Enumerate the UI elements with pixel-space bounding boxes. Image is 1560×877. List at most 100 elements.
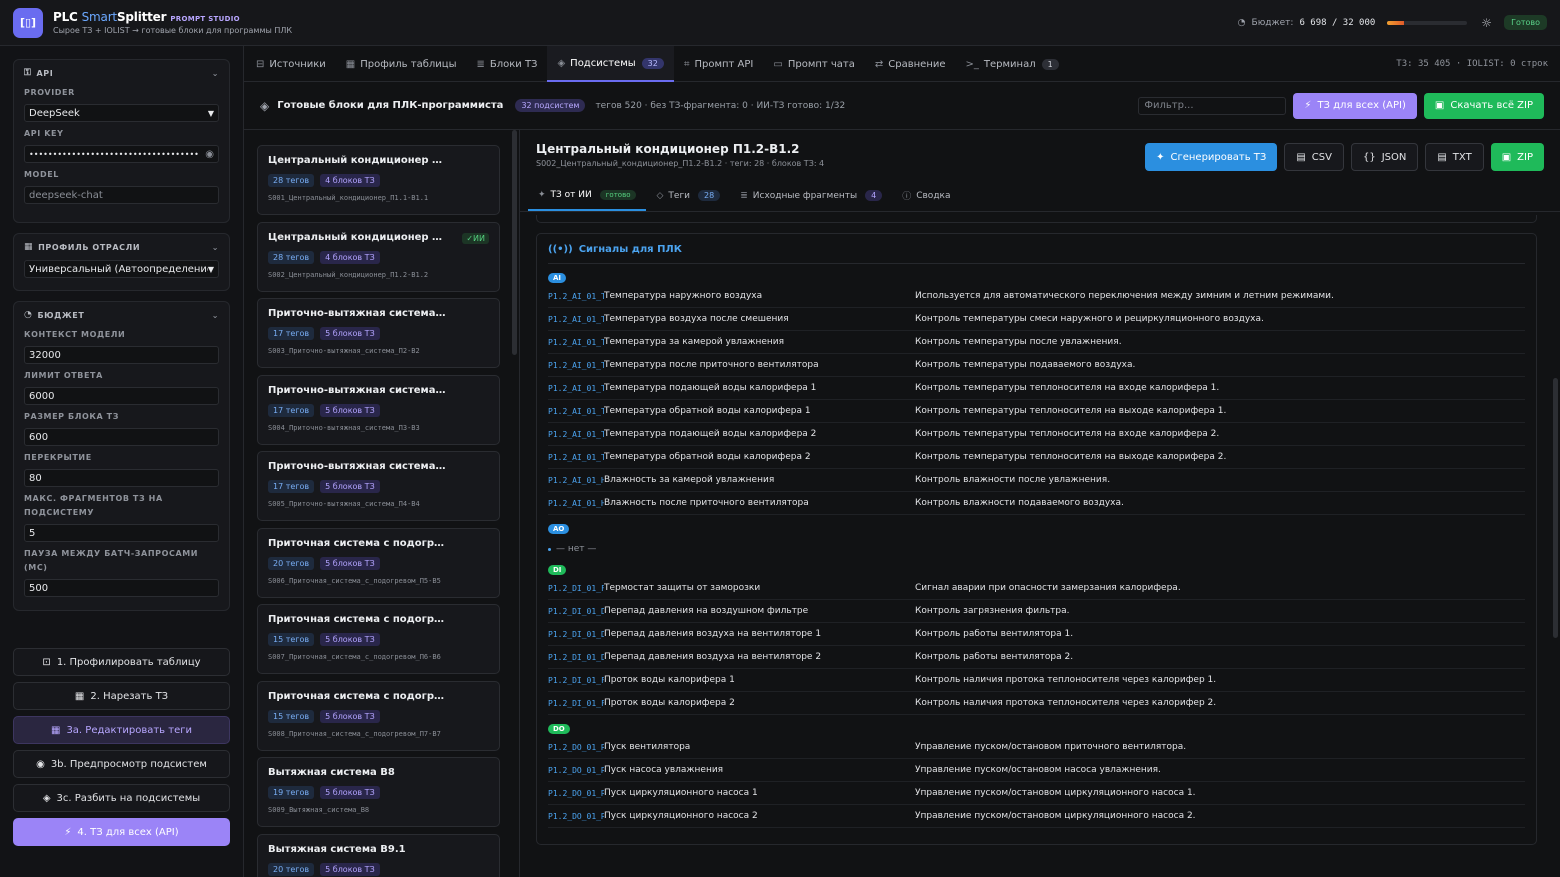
subsystem-card[interactable]: Центральный кондиционер П1.1-В1.1 28 тего…: [257, 145, 500, 215]
filter-input[interactable]: Фильтр...: [1138, 96, 1287, 115]
tags-count-chip: 19 тегов: [268, 786, 315, 799]
subsystem-title: Вытяжная система В8: [268, 767, 395, 778]
budget-progress-bar: [1387, 20, 1468, 25]
list-scrollbar[interactable]: [512, 130, 517, 355]
sparkle-icon: ✦: [1156, 151, 1165, 163]
subsystem-card[interactable]: Приточно-вытяжная система П2-В2 17 тегов 5…: [257, 298, 500, 368]
budget-field-input[interactable]: 80: [24, 469, 219, 487]
api-panel-header[interactable]: ⚿ API ⌄: [24, 68, 219, 78]
blocks-count-chip: 5 блоков ТЗ: [320, 556, 380, 570]
tz-all-api-button[interactable]: ⚡ ТЗ для всех (API): [1293, 92, 1417, 119]
detail-tab-3[interactable]: ≣ Исходные фрагменты 4: [730, 180, 892, 211]
tab-2[interactable]: ▦ Профиль таблицы: [336, 46, 467, 82]
provider-select[interactable]: DeepSeek ▼: [24, 104, 219, 122]
action-button-1[interactable]: ⊡ 1. Профилировать таблицу: [13, 648, 230, 676]
budget-field-input[interactable]: 500: [24, 579, 219, 597]
tab-3[interactable]: ≣ Блоки ТЗ: [466, 46, 547, 82]
action-button-5[interactable]: ◈ 3c. Разбить на подсистемы: [13, 784, 230, 812]
eye-icon[interactable]: ◉: [205, 149, 214, 160]
detail-tab-badge: готово: [599, 189, 637, 200]
download-all-zip-button[interactable]: ▣ Скачать всё ZIP: [1423, 92, 1544, 119]
detail-tab-2[interactable]: ◇ Теги 28: [646, 180, 730, 211]
budget-field-input[interactable]: 6000: [24, 387, 219, 405]
theme-toggle-sun-icon[interactable]: ☼: [1481, 16, 1492, 30]
budget-panel-title: БЮДЖЕТ: [37, 310, 85, 320]
tab-1[interactable]: ⊟ Источники: [246, 46, 336, 82]
detail-subtitle: S002_Центральный_кондиционер_П1.2-В1.2 ·…: [536, 159, 825, 168]
signal-row: P1.2_AI_01_TempТемпература подающей воды…: [548, 423, 1525, 446]
signal-group: AIP1.2_AI_01_TempТемпература наружного в…: [548, 272, 1525, 515]
tab-5[interactable]: ⌗ Промпт API: [674, 46, 764, 82]
detail-tab-4[interactable]: ⓘ Сводка: [892, 180, 960, 211]
doc-icon: ≣: [740, 190, 748, 201]
subsystem-card[interactable]: Приточная система с подогревом П7-В7 15 т…: [257, 680, 500, 751]
generate-tz-button[interactable]: ✦ Сгенерировать ТЗ: [1145, 143, 1278, 171]
txt-button[interactable]: ▤ TXT: [1425, 143, 1484, 171]
profile-select[interactable]: Универсальный (Автоопределение) ▼: [24, 260, 219, 278]
signal-row: P1.2_AI_01_TempТемпература подающей воды…: [548, 377, 1525, 400]
budget-field-input[interactable]: 600: [24, 428, 219, 446]
tab-8[interactable]: >_ Терминал 1: [956, 46, 1069, 82]
budget-field-input[interactable]: 5: [24, 524, 219, 542]
tab-label: Сравнение: [888, 58, 946, 70]
profile-panel-header[interactable]: ▦ ПРОФИЛЬ ОТРАСЛИ ⌄: [24, 242, 219, 252]
action-button-6[interactable]: ⚡ 4. ТЗ для всех (API): [13, 818, 230, 846]
chevron-down-icon[interactable]: ⌄: [212, 311, 219, 320]
brand-suffix: PROMPT STUDIO: [170, 15, 240, 23]
subsystem-card[interactable]: Приточная система с подогревом П6-В6 15 т…: [257, 604, 500, 674]
signal-name: Температура обратной воды калорифера 2: [604, 452, 811, 462]
api-key-value: ••••••••••••••••••••••••••••••••••••: [29, 149, 199, 159]
signal-row: P1.2_AI_01_TempТемпература воздуха после…: [548, 308, 1525, 331]
tab-label: Профиль таблицы: [360, 58, 457, 70]
signal-description: Контроль работы вентилятора 2.: [915, 652, 1074, 662]
signal-name: Температура подающей воды калорифера 1: [604, 383, 817, 393]
subsystem-chips: 19 тегов 5 блоков ТЗ: [268, 786, 489, 799]
json-button[interactable]: {} JSON: [1350, 143, 1419, 171]
model-input[interactable]: deepseek-chat: [24, 186, 219, 204]
tags-count-chip: 20 тегов: [268, 862, 315, 876]
api-key-input[interactable]: •••••••••••••••••••••••••••••••••••• ◉: [24, 145, 219, 163]
provider-value: DeepSeek: [29, 107, 80, 119]
detail-scrollbar[interactable]: [1553, 378, 1558, 638]
budget-indicator: ◔ Бюджет: 6 698 / 32 000: [1238, 18, 1468, 28]
chevron-down-icon[interactable]: ⌄: [212, 243, 219, 252]
signal-group: DI P1.2_DI_01_FrzТермостат защиты от замо…: [548, 564, 1525, 715]
signal-description: Сигнал аварии при опасности замерзания к…: [915, 583, 1181, 593]
signal-name: Температура за камерой увлажнения: [604, 337, 785, 347]
profile-value: Универсальный (Автоопределение): [29, 263, 208, 275]
budget-panel-header[interactable]: ◔ БЮДЖЕТ ⌄: [24, 310, 219, 320]
chevron-down-icon[interactable]: ⌄: [212, 69, 219, 78]
brand-splitter: Splitter: [116, 10, 167, 24]
detail-tab-1[interactable]: ✦ ТЗ от ИИ готово: [528, 180, 647, 211]
tags-count-chip: 20 тегов: [268, 556, 315, 570]
tab-6[interactable]: ▭ Промпт чата: [763, 46, 865, 82]
subsystem-card[interactable]: Вытяжная система В8 19 тегов 5 блоков ТЗ S0…: [257, 757, 500, 827]
subsystem-card[interactable]: Приточно-вытяжная система П4-В4 17 тегов 5…: [257, 451, 500, 521]
action-button-4[interactable]: ◉ 3b. Предпросмотр подсистем: [13, 750, 230, 778]
detail-tab-label: ТЗ от ИИ: [550, 189, 592, 200]
signal-id: P1.2_AI_01_Temp: [548, 337, 604, 347]
signal-description: Контроль наличия протока теплоносителя ч…: [915, 675, 1217, 685]
action-button-2[interactable]: ▦ 2. Нарезать ТЗ: [13, 682, 230, 710]
action-button-3[interactable]: ▦ 3a. Редактировать теги: [13, 716, 230, 744]
tab-4[interactable]: ◈ Подсистемы 32: [547, 46, 674, 82]
folder-icon: ⊟: [256, 58, 265, 70]
subsystem-card[interactable]: Приточно-вытяжная система П3-В3 17 тегов 5…: [257, 374, 500, 445]
signal-row: P1.2_DI_01_FlwПроток воды калорифера 1 Ко…: [548, 669, 1525, 692]
subsystem-card[interactable]: Приточная система с подогревом П5-В5 20 т…: [257, 527, 500, 598]
action-button-label: 1. Профилировать таблицу: [56, 656, 201, 668]
model-label: MODEL: [24, 170, 59, 179]
budget-field-label: ЛИМИТ ОТВЕТА: [24, 371, 103, 380]
tab-7[interactable]: ⇄ Сравнение: [865, 46, 956, 82]
subsystem-title: Центральный кондиционер П1.2-В1.2: [268, 231, 448, 243]
tab-label: Подсистемы: [570, 57, 636, 69]
app-logo-icon: [▯]: [13, 7, 43, 38]
csv-button[interactable]: ▤ CSV: [1284, 143, 1344, 171]
subsystem-card[interactable]: Центральный кондиционер П1.2-В1.2 ✓ИИ 28 т…: [257, 221, 500, 292]
subsystem-card[interactable]: Вытяжная система В9.1 20 тегов 5 блоков ТЗ…: [257, 833, 500, 877]
signal-id: P1.2_DI_01_Flw: [548, 698, 604, 708]
zip-button[interactable]: ▣ ZIP: [1490, 143, 1544, 171]
csv-label: CSV: [1311, 151, 1332, 163]
budget-field-input[interactable]: 32000: [24, 346, 219, 364]
blocks-count-chip: 4 блоков ТЗ: [320, 250, 380, 264]
